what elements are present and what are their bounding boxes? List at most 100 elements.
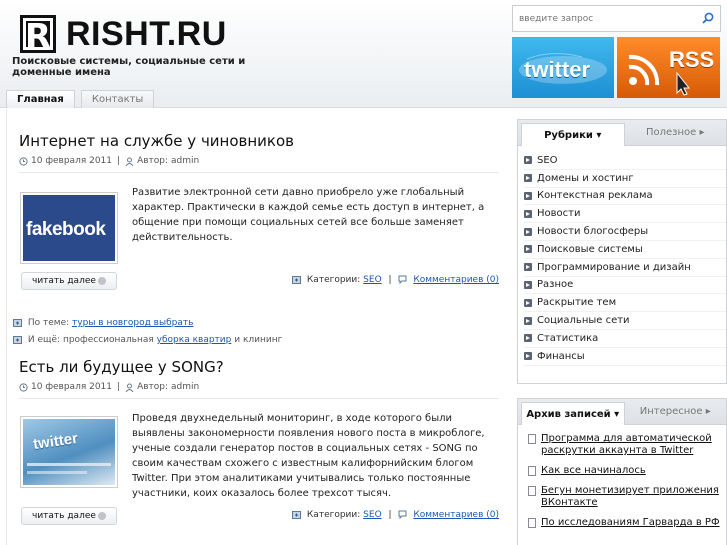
chevron-down-icon: ▾ [596,130,602,141]
bullet-icon [524,280,532,289]
rss-badge[interactable]: RSS [617,37,720,98]
archive-item: Как все начиналось [528,465,720,477]
related-link[interactable]: туры в новгород выбрать [72,318,193,328]
meta-separator: | [117,156,121,166]
divider [19,172,499,173]
category-label: SEO [537,154,558,166]
comments-link[interactable]: Комментариев (0) [413,275,499,285]
tab-archive[interactable]: Архив записей ▾ [521,402,625,425]
category-item[interactable]: SEO [524,152,726,170]
post-author: admin [171,156,200,166]
category-item[interactable]: Социальные сети [524,312,726,330]
more-suffix: и клининг [234,335,283,345]
arrow-icon [97,511,106,520]
related-more: И ещё: профессиональная уборка квартир и… [13,335,282,345]
post-thumbnail[interactable]: fakebook [20,192,118,264]
more-link[interactable]: уборка квартир [157,335,232,345]
arrow-icon [97,276,106,285]
post-author: admin [171,382,200,392]
post-meta: 10 февраля 2011 | Автор: admin [19,382,499,392]
post-meta: 10 февраля 2011 | Автор: admin [19,156,499,166]
archive-link[interactable]: Как все начиналось [541,465,646,477]
tab-label: Архив записей [526,409,611,420]
category-item[interactable]: Раскрытие тем [524,294,726,313]
thumb-caption: fakebook [26,219,106,240]
post-thumbnail[interactable]: twitter [20,416,118,488]
post-date: 10 февраля 2011 [31,156,113,166]
folder-icon [292,276,302,284]
search-box [512,5,721,32]
category-item[interactable]: Разное [524,277,726,295]
tab-rubrics[interactable]: Рубрики ▾ [521,123,625,146]
tab-interesting[interactable]: Интересное ▸ [625,399,727,424]
content-area: Интернет на службе у чиновников 10 февра… [6,110,506,545]
category-item[interactable]: Контекстная реклама [524,188,726,206]
category-list: SEO Домены и хостинг Контекстная реклама… [518,146,726,370]
bullet-icon [524,156,532,165]
nav-tab-home[interactable]: Главная [6,90,75,108]
category-item[interactable]: Новости [524,205,726,224]
bullet-icon [524,334,532,343]
categories-label: Категории: [306,275,361,285]
category-link[interactable]: SEO [363,275,381,285]
category-label: Раскрытие тем [537,297,617,309]
archive-link[interactable]: Программа для автоматической раскрутки а… [541,433,720,457]
post-title[interactable]: Есть ли будущее у SONG? [19,358,499,376]
archive-list: Программа для автоматической раскрутки а… [518,425,726,529]
divider [19,398,499,399]
read-more-button[interactable]: читать далее [21,507,117,525]
archive-item: Программа для автоматической раскрутки а… [528,433,720,457]
category-item[interactable]: Финансы [524,348,726,366]
read-more-label: читать далее [32,511,96,521]
read-more-button[interactable]: читать далее [21,272,117,290]
nav-tab-contacts[interactable]: Контакты [80,90,155,108]
related-label: По теме: [27,318,70,328]
user-icon [125,383,134,392]
search-icon[interactable] [702,12,714,24]
bullet-icon [524,263,532,272]
folder-icon [13,336,22,344]
clock-icon [19,382,28,392]
categories-label: Категории: [306,510,361,520]
read-more-label: читать далее [32,276,96,286]
thumb-decoration [27,471,87,474]
author-label: Автор: [137,156,169,166]
post-footer: Категории: SEO | Комментариев (0) [292,510,499,520]
bullet-icon [524,352,532,361]
category-label: Программирование и дизайн [537,261,691,273]
more-text: профессиональная [62,335,154,345]
document-icon [528,518,536,528]
tab-label: Рубрики [544,130,593,141]
site-tagline: Поисковые системы, социальные сети и дом… [12,56,246,78]
comments-link[interactable]: Комментариев (0) [413,510,499,520]
author-label: Автор: [137,382,169,392]
category-label: Социальные сети [537,315,630,327]
search-input[interactable] [513,6,693,31]
chevron-right-icon: ▸ [699,127,705,138]
tab-useful[interactable]: Полезное ▸ [625,120,727,145]
category-item[interactable]: Программирование и дизайн [524,259,726,277]
site-logo[interactable]: R RISHT.RU [20,14,227,56]
twitter-badge[interactable]: twitter [512,37,614,98]
category-item[interactable]: Домены и хостинг [524,170,726,188]
more-label: И ещё: [27,335,61,345]
document-icon [528,466,536,476]
category-link[interactable]: SEO [363,510,381,520]
logo-text: RISHT.RU [66,14,227,53]
category-item[interactable]: Новости блогосферы [524,223,726,241]
category-label: Новости блогосферы [537,226,649,238]
tab-label: Полезное [645,127,697,138]
bullet-icon [524,298,532,307]
categories-widget: Рубрики ▾ Полезное ▸ SEO Домены и хостин… [517,119,727,384]
bullet-icon [524,191,532,200]
archive-link[interactable]: Бегун монетизирует приложения ВКонтакте [541,485,720,509]
archive-widget: Архив записей ▾ Интересное ▸ Программа д… [517,398,727,545]
post-title[interactable]: Интернет на службе у чиновников [19,132,499,150]
bullet-icon [524,227,532,236]
category-item[interactable]: Статистика [524,330,726,348]
bullet-icon [524,316,532,325]
archive-link[interactable]: По исследованиям Гарварда в РФ [541,517,720,529]
category-label: Новости [537,208,581,220]
category-item[interactable]: Поисковые системы [524,241,726,259]
post: Есть ли будущее у SONG? 10 февраля 2011 … [19,358,499,545]
